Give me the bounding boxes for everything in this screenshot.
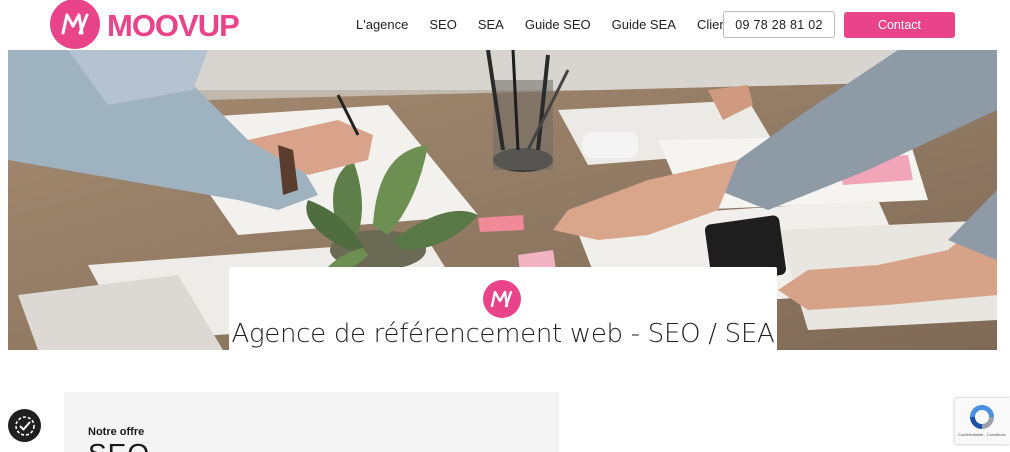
offer-section: Notre offre SEO [64,392,559,452]
moovup-m-icon [483,280,521,318]
site-header: MOOVUP L'agence SEO SEA Guide SEO Guide … [0,0,1010,50]
page-title: Agence de référencement web - SEO / SEA [231,319,775,349]
phone-button[interactable]: 09 78 28 81 02 [723,11,835,38]
accessibility-check-icon [14,415,35,436]
accessibility-button[interactable] [8,409,41,442]
offer-eyebrow: Notre offre [88,426,145,438]
nav-item-guide-sea[interactable]: Guide SEA [612,0,676,50]
offer-title: SEO [88,438,150,452]
hero-title-card: Agence de référencement web - SEO / SEA [229,267,777,352]
main-nav: L'agence SEO SEA Guide SEO Guide SEA Cli… [356,0,758,50]
contact-button[interactable]: Contact [844,12,955,38]
nav-item-guide-seo[interactable]: Guide SEO [525,0,591,50]
recaptcha-icon [970,405,994,429]
nav-item-agence[interactable]: L'agence [356,0,408,50]
recaptcha-text: Confidentialité - Conditions [958,432,1006,437]
brand-logo[interactable]: MOOVUP [50,0,250,50]
brand-wordmark: MOOVUP [107,8,239,43]
nav-item-seo[interactable]: SEO [429,0,456,50]
nav-item-sea[interactable]: SEA [478,0,504,50]
recaptcha-badge[interactable]: Confidentialité - Conditions [955,398,1010,444]
